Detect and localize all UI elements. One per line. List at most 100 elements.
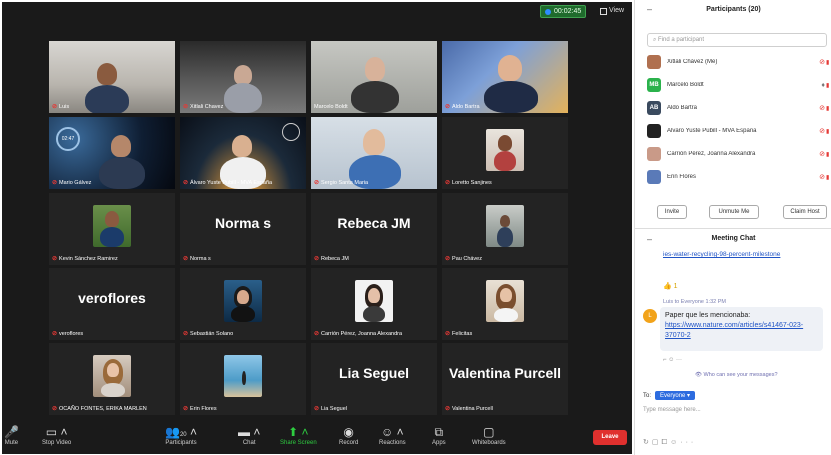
profile-photo (486, 129, 524, 171)
smiley-icon: ☺ ˄ (381, 425, 404, 439)
view-button[interactable]: View (600, 6, 624, 16)
video-tile[interactable]: ⊘ Carrión Pérez, Joanna Alexandra (311, 268, 437, 340)
microphone-icon: 🎤 (4, 425, 19, 439)
chat-sender-meta: Luis to Everyone 1:32 PM (663, 299, 726, 305)
emoji-icon[interactable]: ☺ (670, 439, 680, 446)
video-off-icon: ▮ (826, 82, 830, 89)
more-icon[interactable]: ··· (680, 439, 696, 446)
mic-icon: ♦ (821, 81, 825, 89)
video-tile[interactable]: ⊘ Sebastián Solano (180, 268, 306, 340)
mic-muted-icon: ⊘ (183, 104, 189, 110)
participant-name: OCAÑO FONTES, ERIKA MARLEN (59, 405, 147, 412)
reactions-button[interactable]: ☺ ˄ Reactions (379, 424, 406, 446)
emoji-icon[interactable]: ☺ (668, 357, 674, 363)
video-tile[interactable]: ⊘ Loretto Sanjines (442, 117, 568, 189)
participants-title: Participants (20) (706, 6, 761, 13)
reaction-badge[interactable]: 👍 1 (663, 282, 678, 290)
video-tile[interactable]: ⊘ Luis (49, 41, 175, 113)
participant-row[interactable]: Álvaro Yuste Pubill - MVA España ⊘ ▮ (647, 121, 831, 141)
share-screen-icon: ⬆ ˄ (288, 425, 309, 439)
mic-muted-icon: ⊘ (819, 128, 825, 135)
participant-row[interactable]: AB Aldo Bartra ⊘ ▮ (647, 98, 831, 118)
video-tile[interactable]: ⊘ Erin Flores (180, 343, 306, 415)
video-tile[interactable]: ⊘ Xitlali Chavez (180, 41, 306, 113)
video-tile-active-speaker[interactable]: Marcelo Boldt (311, 41, 437, 113)
mute-button[interactable]: 🎤 Mute (4, 424, 19, 446)
who-can-see-link[interactable]: 👁 Who can see your messages? (695, 372, 778, 378)
participant-name: Lia Seguel (321, 405, 348, 412)
video-tile[interactable]: Valentina Purcell ⊘ Valentina Purcell (442, 343, 568, 415)
video-tile[interactable]: ⊘ Kevin Sánchez Ramirez (49, 193, 175, 265)
video-tile[interactable]: ⊘ Pau Chávez (442, 193, 568, 265)
video-tile[interactable]: Rebeca JM ⊘ Rebeca JM (311, 193, 437, 265)
grid-icon (600, 7, 607, 15)
chat-link[interactable]: ies-water-recycling-98-percent-milestone (663, 250, 813, 259)
video-tile[interactable]: Lia Seguel ⊘ Lia Seguel (311, 343, 437, 415)
mic-muted-icon: ⊘ (819, 59, 825, 66)
meeting-timer[interactable]: 00:02:45 (540, 5, 587, 18)
record-button[interactable]: ◉ Record (339, 424, 358, 446)
participant-row[interactable]: MB Marcelo Boldt ♦ ▮ (647, 75, 831, 95)
chat-button[interactable]: ▬ ˄ Chat (238, 424, 260, 446)
more-icon[interactable]: ··· (676, 357, 682, 363)
participant-row[interactable]: Xitlali Chávez (Me) ⊘ ▮ (647, 52, 831, 72)
apps-grid-icon: ⧉ (434, 425, 444, 439)
video-tile[interactable]: 02:47 ⊘ Mario Gálvez (49, 117, 175, 189)
participant-list-name: Álvaro Yuste Pubill - MVA España (667, 128, 757, 134)
participant-list-name: Marcelo Boldt (667, 82, 704, 88)
video-tile[interactable]: ⊘ OCAÑO FONTES, ERIKA MARLEN (49, 343, 175, 415)
divider (635, 228, 831, 229)
leave-button[interactable]: Leave (593, 430, 627, 445)
video-area: 00:02:45 View ⊘ Luis ⊘ Xitlali Chavez Ma… (2, 2, 632, 454)
participant-name: Sebastián Solano (190, 330, 234, 337)
invite-button[interactable]: Invite (657, 205, 687, 219)
participant-name: Kevin Sánchez Ramirez (59, 255, 118, 262)
participant-row[interactable]: Carrión Pérez, Joanna Alexandra ⊘ ▮ (647, 144, 831, 164)
participant-name: Rebeca JM (321, 255, 349, 262)
screenshot-icon[interactable]: ⧠ (662, 439, 671, 446)
file-icon[interactable]: ▢ (652, 439, 662, 446)
participant-name: Marcelo Boldt (314, 104, 348, 110)
format-icon[interactable]: ↻ (643, 439, 652, 446)
video-tile[interactable]: ⊘ Álvaro Yuste Pubill - MVA España (180, 117, 306, 189)
profile-photo (486, 280, 524, 322)
mic-muted-icon: ⊘ (445, 256, 451, 262)
video-tile[interactable]: Norma s ⊘ Norma s (180, 193, 306, 265)
share-screen-button[interactable]: ⬆ ˄ Share Screen (280, 424, 317, 446)
avatar: AB (647, 101, 661, 115)
mic-muted-icon: ⊘ (183, 406, 189, 412)
stop-video-button[interactable]: ▭ ˄ Stop Video (42, 424, 71, 446)
participant-name: Mario Gálvez (59, 179, 92, 186)
profile-photo (93, 205, 131, 247)
search-placeholder: Find a participant (658, 37, 705, 43)
who-can-see-text: Who can see your messages? (703, 372, 778, 378)
chat-message-input[interactable]: Type message here... (643, 407, 823, 429)
participant-row[interactable]: Erin Flores ⊘ ▮ (647, 167, 831, 187)
whiteboards-button[interactable]: ▢ Whiteboards (472, 424, 506, 446)
participant-list-name: Carrión Pérez, Joanna Alexandra (667, 151, 756, 157)
chat-link[interactable]: https://www.nature.com/articles/s41467-0… (665, 321, 818, 341)
claim-host-button[interactable]: Claim Host (783, 205, 827, 219)
mic-muted-icon: ⊘ (819, 105, 825, 112)
chat-message: Paper que les mencionaba: https://www.na… (660, 307, 823, 351)
chat-input-tools: ↻▢⧠☺··· (643, 438, 696, 447)
unmute-me-button[interactable]: Unmute Me (709, 205, 759, 219)
video-tile[interactable]: ⊘ Felicitas (442, 268, 568, 340)
video-off-icon: ▮ (826, 105, 830, 112)
reply-icon[interactable]: ⌐ (663, 357, 667, 363)
participant-name: Xitlali Chavez (190, 103, 224, 110)
participant-name: Pau Chávez (452, 255, 482, 262)
message-actions[interactable]: ⌐ ☺ ··· (663, 357, 682, 363)
participants-button[interactable]: 👥20 ˄ Participants (165, 424, 197, 446)
chat-bubble-icon: ▬ ˄ (238, 425, 261, 439)
mic-muted-icon: ⊘ (52, 406, 58, 412)
video-tile[interactable]: ⊘ Sergio Santa Maria (311, 117, 437, 189)
video-tile[interactable]: ⊘ Aldo Bartra (442, 41, 568, 113)
mic-muted-icon: ⊘ (445, 180, 451, 186)
apps-button[interactable]: ⧉ Apps (432, 424, 446, 446)
recipient-dropdown[interactable]: Everyone ▾ (655, 391, 696, 400)
participant-search-input[interactable]: ⌕ Find a participant (647, 33, 827, 47)
participant-display-name: Rebeca JM (337, 215, 411, 231)
profile-photo (224, 355, 262, 397)
video-tile[interactable]: veroflores ⊘ veroflores (49, 268, 175, 340)
